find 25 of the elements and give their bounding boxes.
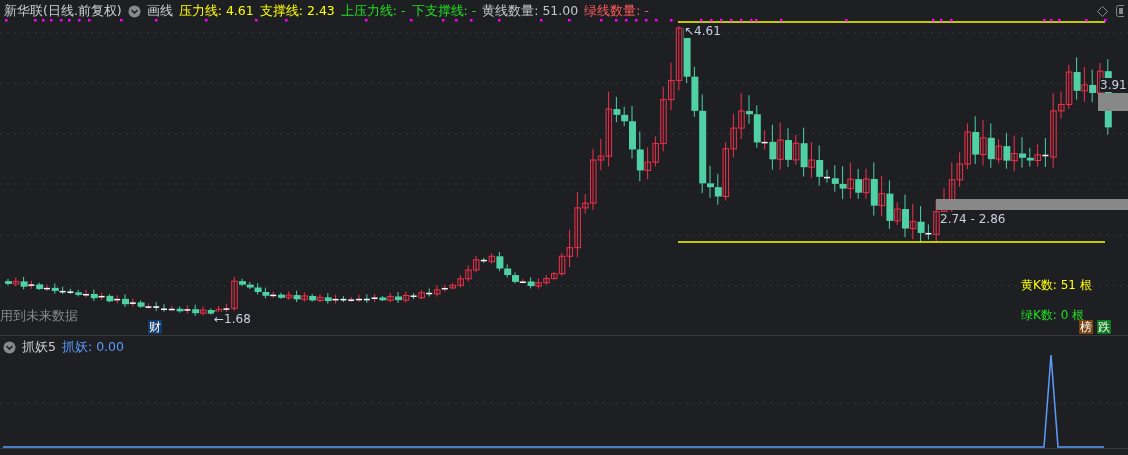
- draw-line-button[interactable]: 画线: [146, 2, 173, 20]
- price-range-label: 2.74 - 2.86: [940, 212, 1006, 226]
- price-label: 3.91: [1100, 78, 1127, 92]
- indicator-value: 支撑线: 2.43: [259, 2, 335, 20]
- price-label: ↖4.61: [684, 24, 721, 38]
- indicator-value: 绿线数量: -: [584, 2, 649, 20]
- signal-badge: 榜: [1079, 320, 1093, 334]
- diamond-icon[interactable]: [1097, 5, 1108, 17]
- panel-toggle-icon[interactable]: [1116, 5, 1124, 17]
- indicator-value: 抓妖: 0.00: [61, 339, 124, 356]
- collapse-icon[interactable]: [127, 4, 141, 18]
- future-data-note: 用到未来数据: [0, 309, 78, 323]
- indicator-value: 压力线: 4.61: [178, 2, 254, 20]
- count-label: 绿K数: 0 根: [1021, 308, 1085, 322]
- finance-marker: 财: [148, 320, 162, 334]
- indicator-name: 抓妖5: [22, 339, 56, 356]
- stock-title: 新华联(日线.前复权): [4, 2, 122, 20]
- indicator-value: 上压力线: -: [340, 2, 406, 20]
- signal-badge: 跌: [1097, 320, 1111, 334]
- price-zone-band: [1098, 93, 1128, 111]
- price-label: ←1.68: [214, 312, 251, 326]
- indicator-value: 下支撑线: -: [411, 2, 477, 20]
- indicator-value: 黄线数量: 51.00: [482, 2, 579, 20]
- count-label: 黄K数: 51 根: [1021, 278, 1092, 292]
- collapse-icon[interactable]: [3, 341, 16, 354]
